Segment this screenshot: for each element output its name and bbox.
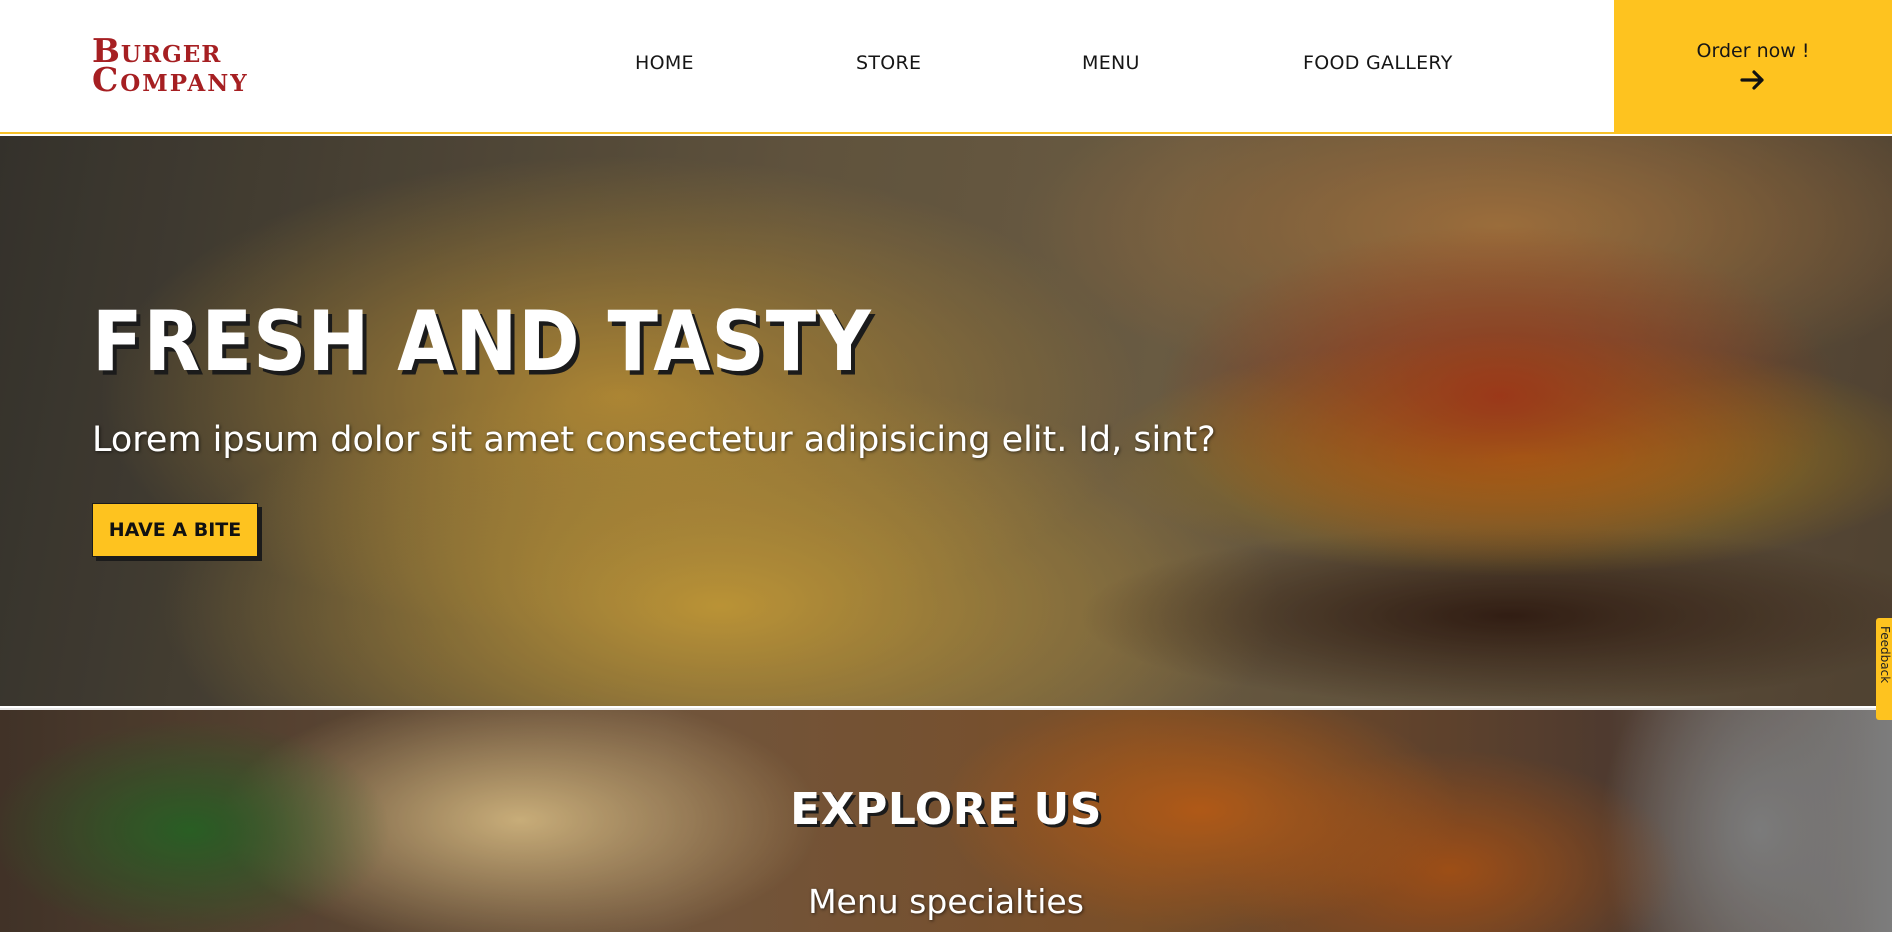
main-nav: HOME STORE MENU FOOD GALLERY bbox=[0, 52, 1600, 82]
nav-home-link[interactable]: HOME bbox=[635, 52, 694, 74]
hero-section: FRESH AND TASTY Lorem ipsum dolor sit am… bbox=[0, 136, 1892, 706]
explore-title: EXPLORE US bbox=[790, 784, 1102, 835]
have-a-bite-button[interactable]: HAVE A BITE bbox=[92, 503, 258, 557]
hero-subtitle: Lorem ipsum dolor sit amet consectetur a… bbox=[92, 420, 1216, 460]
hero-title: FRESH AND TASTY bbox=[92, 294, 872, 391]
arrow-right-icon bbox=[1740, 70, 1764, 90]
order-now-label: Order now ! bbox=[1696, 40, 1810, 62]
feedback-tab[interactable]: Feedback bbox=[1876, 618, 1892, 720]
explore-section: EXPLORE US Menu specialties bbox=[0, 708, 1892, 932]
order-now-button[interactable]: Order now ! bbox=[1614, 0, 1892, 134]
nav-menu-link[interactable]: MENU bbox=[1082, 52, 1140, 74]
site-header: Burger Company HOME STORE MENU FOOD GALL… bbox=[0, 0, 1892, 134]
feedback-label: Feedback bbox=[1878, 626, 1892, 684]
explore-subtitle: Menu specialties bbox=[808, 882, 1084, 921]
nav-store-link[interactable]: STORE bbox=[856, 52, 921, 74]
nav-food-gallery-link[interactable]: FOOD GALLERY bbox=[1303, 52, 1453, 74]
